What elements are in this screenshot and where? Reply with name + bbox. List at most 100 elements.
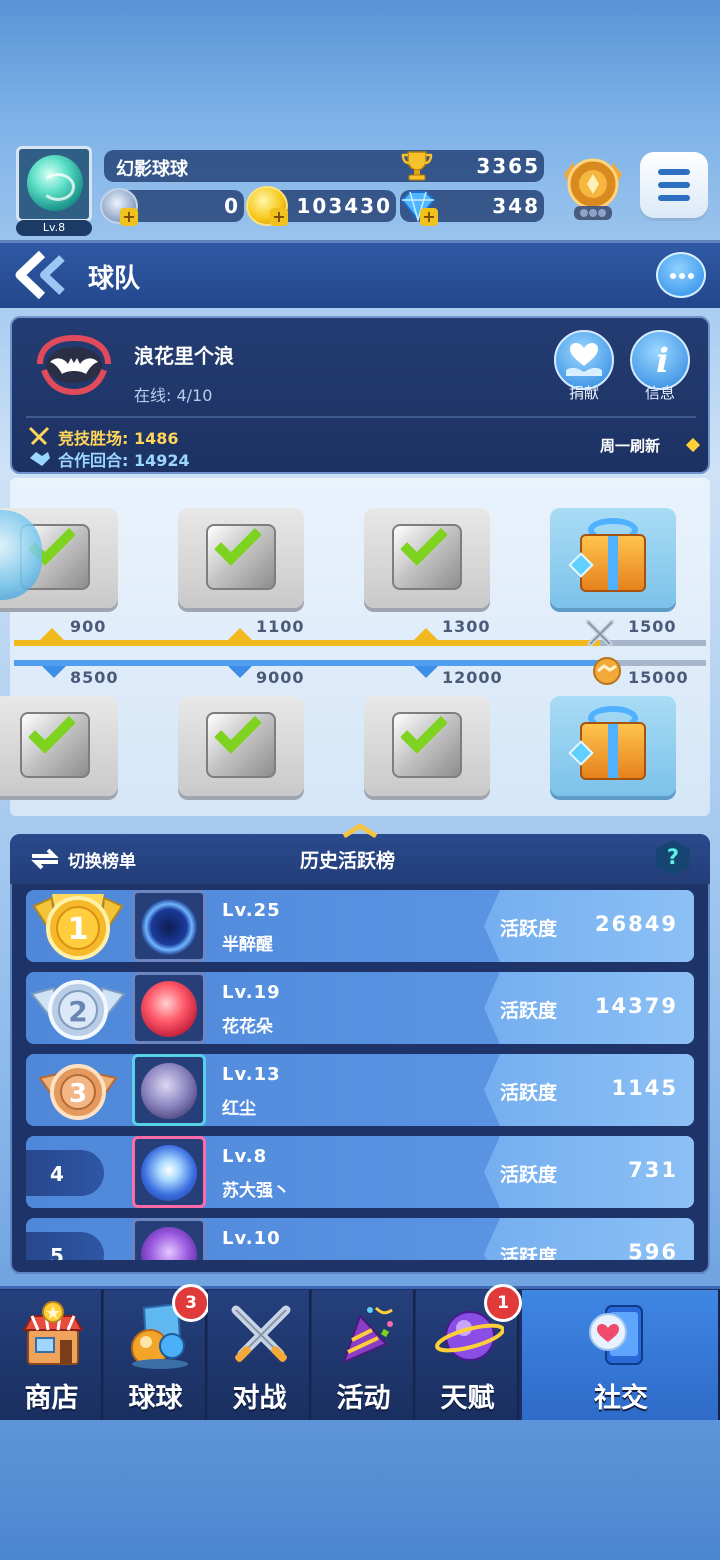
page-title: 球队 <box>88 264 141 294</box>
chat-dot <box>670 273 676 279</box>
player-level: Lv.8 <box>16 220 92 236</box>
svg-text:2: 2 <box>68 995 87 1028</box>
nav-label: 商店 <box>24 1383 79 1414</box>
rank-number: 4 <box>50 1162 64 1186</box>
blue-milestone: 8500 <box>70 668 119 687</box>
ball-avatar <box>132 1136 206 1208</box>
arena-wins: 竞技胜场: 1486 <box>58 429 179 448</box>
player-avatar[interactable] <box>16 146 92 222</box>
trophy-icon <box>401 151 433 181</box>
info-button[interactable]: i <box>630 330 690 390</box>
info-label: 信息 <box>644 384 675 402</box>
rank-badge-icon[interactable] <box>560 154 626 224</box>
activity-value: 1145 <box>611 1076 678 1100</box>
blue-milestone: 9000 <box>256 668 305 687</box>
nav-battle[interactable]: 对战 <box>208 1290 311 1420</box>
coop-rounds: 合作回合: 14924 <box>58 451 190 470</box>
diamond-add-button[interactable]: + <box>398 190 438 226</box>
cross-ball-icon <box>141 1227 197 1260</box>
chat-dot <box>679 273 685 279</box>
diamond-count: 348 <box>492 194 540 218</box>
handshake-icon <box>30 452 50 466</box>
gift-chest[interactable] <box>550 696 676 796</box>
claimed-chest[interactable] <box>0 696 118 796</box>
ranking-row[interactable]: 4 Lv.8 苏大强丶 活跃度 731 <box>22 1134 698 1208</box>
rank-pill <box>26 1232 104 1260</box>
chat-dot <box>688 273 694 279</box>
divider <box>26 416 696 418</box>
back-button[interactable] <box>12 250 78 300</box>
nav-label: 天赋 <box>440 1383 495 1414</box>
ball-avatar <box>132 1218 206 1260</box>
switch-icon[interactable] <box>28 846 62 872</box>
nav-events[interactable]: 活动 <box>312 1290 415 1420</box>
menu-line <box>658 169 690 175</box>
ranking-row[interactable]: 1 Lv.25 半醉醒 活跃度 26849 <box>22 888 698 962</box>
member-name: 花花朵 <box>222 1017 273 1037</box>
help-icon: ? <box>666 845 680 869</box>
gift-chest[interactable] <box>550 508 676 608</box>
light-ball-icon <box>141 1145 197 1201</box>
nav-label: 球球 <box>128 1383 183 1414</box>
plus-icon: + <box>120 208 138 226</box>
gold-milestone: 1300 <box>442 617 491 636</box>
ranking-row[interactable]: 3 Lv.13 红尘 活跃度 1145 <box>22 1052 698 1126</box>
crossed-swords-icon <box>231 1305 291 1362</box>
member-name: 红尘 <box>222 1099 256 1119</box>
activity-value: 596 <box>628 1240 678 1260</box>
gold-milestone: 900 <box>70 617 107 636</box>
nav-label: 社交 <box>594 1383 648 1414</box>
silver-coin-add-button[interactable]: + <box>100 188 138 226</box>
donate-button[interactable] <box>554 330 614 390</box>
gold-medal-icon: 1 <box>32 894 124 960</box>
trophy-count: 3365 <box>476 154 540 178</box>
member-name: 苏大强丶 <box>222 1181 290 1201</box>
gold-count: 103430 <box>296 194 392 218</box>
nav-talent[interactable]: 天赋 1 <box>416 1284 522 1420</box>
blue-milestone: 12000 <box>442 668 503 687</box>
switch-list-button[interactable]: 切换榜单 <box>68 847 136 872</box>
menu-line <box>658 182 690 188</box>
member-level: Lv.8 <box>222 1146 268 1167</box>
ranking-row[interactable]: 5 Lv.10 活跃度 596 <box>22 1216 698 1260</box>
silver-count: 0 <box>224 194 240 218</box>
ranking-row[interactable]: 2 Lv.19 花花朵 活跃度 14379 <box>22 970 698 1044</box>
notification-badge: 3 <box>172 1284 210 1322</box>
member-name: 半醉醒 <box>222 935 273 955</box>
ball-avatar <box>132 972 206 1044</box>
chat-button[interactable] <box>656 252 706 298</box>
stone-ball-icon <box>141 1063 197 1119</box>
nav-social[interactable]: 社交 <box>522 1290 720 1420</box>
party-popper-icon <box>342 1306 393 1364</box>
nav-balls[interactable]: 球球 3 <box>104 1284 210 1420</box>
menu-button[interactable] <box>640 152 708 218</box>
milestone-marker <box>40 628 64 640</box>
ranking-title: 历史活跃榜 <box>300 850 396 872</box>
menu-line <box>658 195 690 201</box>
info-icon: i <box>656 341 669 381</box>
chevron-up-icon[interactable] <box>340 822 380 838</box>
plus-icon: + <box>270 208 288 226</box>
activity-label: 活跃度 <box>500 1082 558 1104</box>
member-level: Lv.19 <box>222 982 281 1003</box>
milestone-marker <box>414 628 438 640</box>
nav-shop[interactable]: 商店 <box>0 1290 103 1420</box>
plus-icon: + <box>420 208 438 226</box>
bronze-medal-icon: 3 <box>38 1064 118 1120</box>
milestone-marker <box>228 628 252 640</box>
nav-label: 活动 <box>336 1383 391 1414</box>
ranking-list[interactable]: 1 Lv.25 半醉醒 活跃度 26849 2 Lv.19 花花朵 活跃度 14… <box>22 888 698 1260</box>
rank-number: 5 <box>50 1244 64 1260</box>
ball-avatar <box>132 1054 206 1126</box>
claimed-chest[interactable] <box>178 508 304 608</box>
gold-coin-add-button[interactable]: + <box>246 186 288 226</box>
member-level: Lv.25 <box>222 900 281 921</box>
gold-milestone: 1500 <box>628 617 677 636</box>
handshake-icon <box>593 657 621 685</box>
claimed-chest[interactable] <box>178 696 304 796</box>
player-name: 幻影球球 <box>116 159 188 180</box>
claimed-chest[interactable] <box>364 696 490 796</box>
svg-text:1: 1 <box>68 912 89 947</box>
milestone-marker <box>414 666 438 678</box>
claimed-chest[interactable] <box>364 508 490 608</box>
